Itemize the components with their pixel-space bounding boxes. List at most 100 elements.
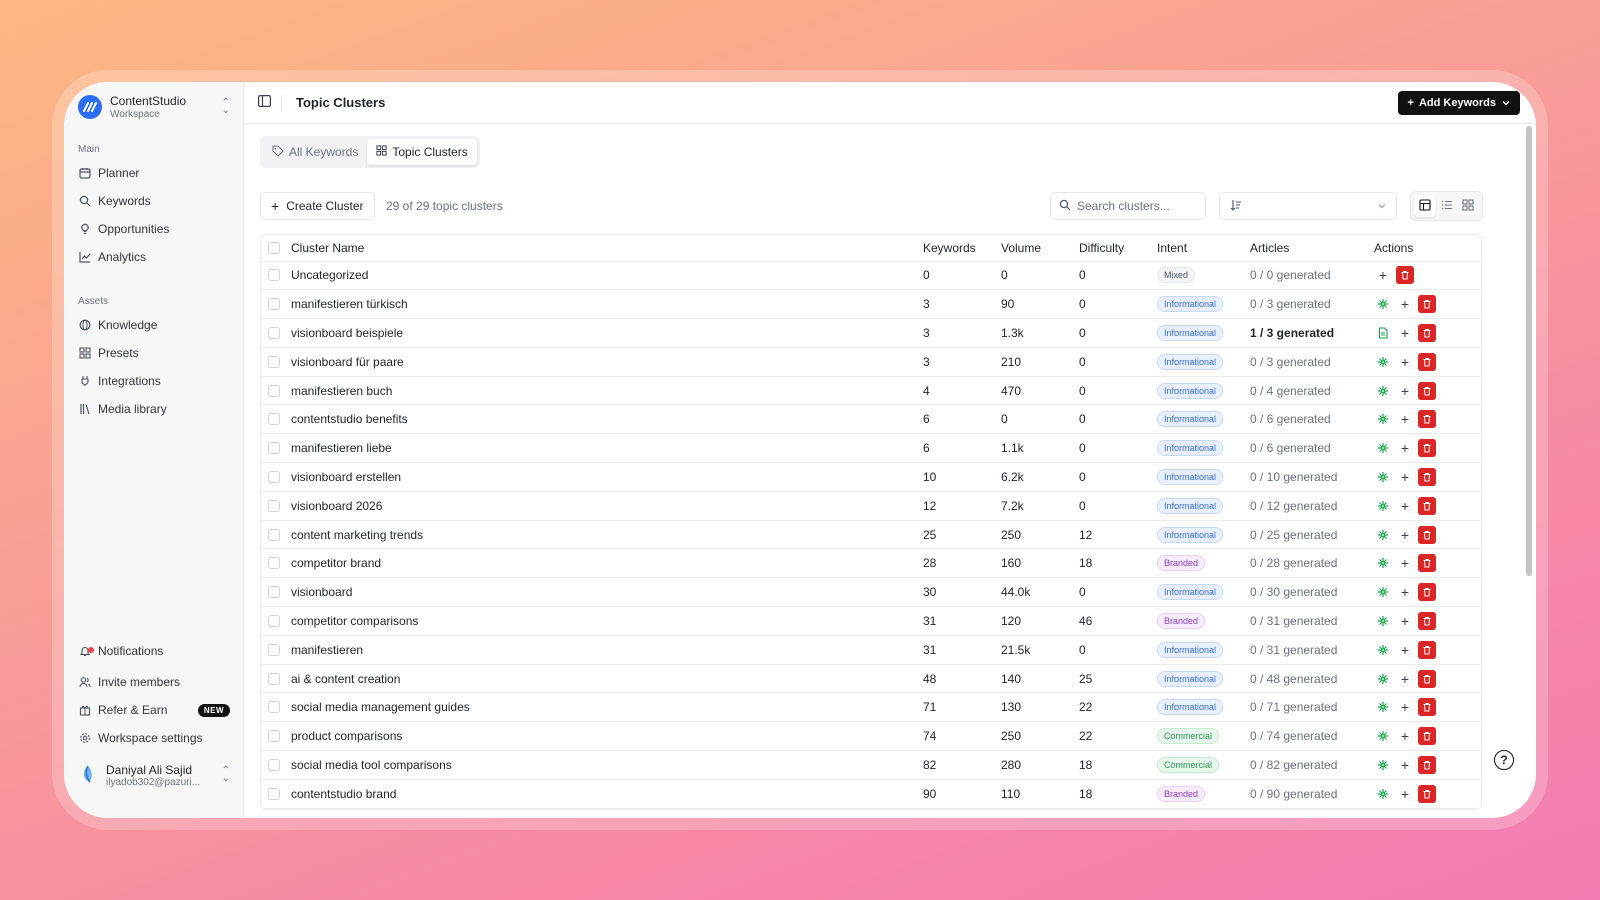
table-row[interactable]: manifestieren liebe 6 1.1k 0 Informational 0 … [261,433,1481,464]
add-article-button[interactable]: + [1396,324,1414,342]
cluster-name[interactable]: content marketing trends [291,520,923,550]
grid-view-button[interactable] [1457,195,1479,217]
sidebar-item-keywords[interactable]: Keywords [78,190,230,212]
table-row[interactable]: Uncategorized 0 0 0 Mixed 0 / 0 generated + [261,261,1481,291]
cluster-name[interactable]: visionboard 2026 [291,491,923,521]
row-checkbox[interactable] [268,413,280,426]
sidebar-item-planner[interactable]: Planner [78,162,230,184]
cluster-name[interactable]: manifestieren buch [291,376,923,406]
row-checkbox[interactable] [268,730,280,743]
col-header-difficulty[interactable]: Difficulty [1079,235,1157,262]
delete-button[interactable] [1418,784,1436,803]
search-box[interactable] [1050,192,1206,220]
add-article-button[interactable]: + [1396,785,1414,803]
delete-button[interactable] [1418,439,1436,458]
delete-button[interactable] [1418,381,1436,400]
table-row[interactable]: competitor brand 28 160 18 Branded 0 / 28 gen… [261,548,1481,579]
add-article-button[interactable]: + [1396,526,1414,544]
table-row[interactable]: manifestieren türkisch 3 90 0 Informational 0… [261,289,1481,320]
delete-button[interactable] [1418,698,1436,717]
add-article-button[interactable]: + [1374,266,1392,284]
sidebar-item-integrations[interactable]: Integrations [78,370,230,392]
tab-all-keywords[interactable]: All Keywords [263,139,367,165]
cluster-name[interactable]: contentstudio benefits [291,404,923,435]
generate-icon[interactable] [1374,526,1392,544]
delete-button[interactable] [1418,640,1436,659]
delete-button[interactable] [1418,410,1436,429]
add-article-button[interactable]: + [1396,727,1414,745]
row-checkbox[interactable] [268,470,280,483]
create-cluster-button[interactable]: + Create Cluster [260,192,375,220]
delete-button[interactable] [1418,611,1436,630]
table-row[interactable]: competitor comparisons 31 120 46 Branded 0 / … [261,606,1481,636]
generate-icon[interactable] [1374,439,1392,457]
add-article-button[interactable]: + [1396,410,1414,428]
row-checkbox[interactable] [268,557,280,570]
sort-select[interactable] [1219,192,1397,220]
add-article-button[interactable]: + [1396,698,1414,716]
cluster-name[interactable]: manifestieren liebe [291,433,923,464]
delete-button[interactable] [1418,496,1436,515]
add-article-button[interactable]: + [1396,756,1414,774]
col-header-name[interactable]: Cluster Name [291,235,923,262]
sidebar-item-workspace-settings[interactable]: Workspace settings [78,727,230,749]
delete-button[interactable] [1418,323,1436,342]
generate-icon[interactable] [1374,554,1392,572]
table-row[interactable]: social media tool comparisons 82 280 18 Comm… [261,750,1481,780]
add-article-button[interactable]: + [1396,353,1414,371]
user-menu[interactable]: Daniyal Ali Sajid ilyadob302@pazuri... ⌃… [78,758,230,792]
row-checkbox[interactable] [268,758,280,771]
list-view-button[interactable] [1436,195,1458,217]
delete-button[interactable] [1418,583,1436,602]
delete-button[interactable] [1418,727,1436,746]
cluster-name[interactable]: competitor comparisons [291,606,923,636]
cluster-name[interactable]: competitor brand [291,548,923,579]
tab-topic-clusters[interactable]: Topic Clusters [367,139,477,165]
select-all-checkbox[interactable] [268,241,280,254]
col-header-intent[interactable]: Intent [1157,235,1250,262]
row-checkbox[interactable] [268,701,280,714]
col-header-keywords[interactable]: Keywords [923,235,1001,262]
delete-button[interactable] [1418,554,1436,573]
row-checkbox[interactable] [268,672,280,685]
cluster-name[interactable]: visionboard für paare [291,347,923,377]
row-checkbox[interactable] [268,269,280,282]
add-article-button[interactable]: + [1396,439,1414,457]
generate-icon[interactable] [1374,756,1392,774]
sidebar-item-invite-members[interactable]: Invite members [78,671,230,693]
generate-icon[interactable] [1374,670,1392,688]
sidebar-toggle-icon[interactable] [258,95,272,110]
generate-icon[interactable] [1374,641,1392,659]
add-article-button[interactable]: + [1396,554,1414,572]
table-view-button[interactable] [1414,195,1436,217]
generate-icon[interactable] [1374,295,1392,313]
cluster-name[interactable]: visionboard [291,577,923,608]
generate-icon[interactable] [1374,353,1392,371]
row-checkbox[interactable] [268,528,280,541]
delete-button[interactable] [1418,755,1436,774]
add-article-button[interactable]: + [1396,382,1414,400]
add-article-button[interactable]: + [1396,497,1414,515]
table-row[interactable]: ai & content creation 48 140 25 Informationa… [261,664,1481,694]
table-row[interactable]: social media management guides 71 130 22 Inf… [261,692,1481,723]
workspace-switcher[interactable]: ContentStudio Workspace ⌃ ⌄ [78,92,230,122]
add-article-button[interactable]: + [1396,670,1414,688]
row-checkbox[interactable] [268,614,280,627]
add-keywords-button[interactable]: + Add Keywords [1397,91,1520,115]
generate-icon[interactable] [1374,612,1392,630]
row-checkbox[interactable] [268,499,280,512]
table-row[interactable]: contentstudio benefits 6 0 0 Informational 0 … [261,404,1481,435]
delete-button[interactable] [1418,295,1436,314]
delete-button[interactable] [1418,352,1436,371]
generate-icon[interactable] [1374,727,1392,745]
sidebar-item-analytics[interactable]: Analytics [78,246,230,268]
generate-icon[interactable] [1374,698,1392,716]
sidebar-item-knowledge[interactable]: Knowledge [78,314,230,336]
sidebar-item-notifications[interactable]: Notifications [78,640,230,662]
cluster-name[interactable]: ai & content creation [291,664,923,694]
table-row[interactable]: visionboard beispiele 3 1.3k 0 Informational… [261,318,1481,348]
row-checkbox[interactable] [268,643,280,656]
generate-icon[interactable] [1374,410,1392,428]
row-checkbox[interactable] [268,586,280,599]
table-row[interactable]: visionboard für paare 3 210 0 Informational 0… [261,347,1481,377]
